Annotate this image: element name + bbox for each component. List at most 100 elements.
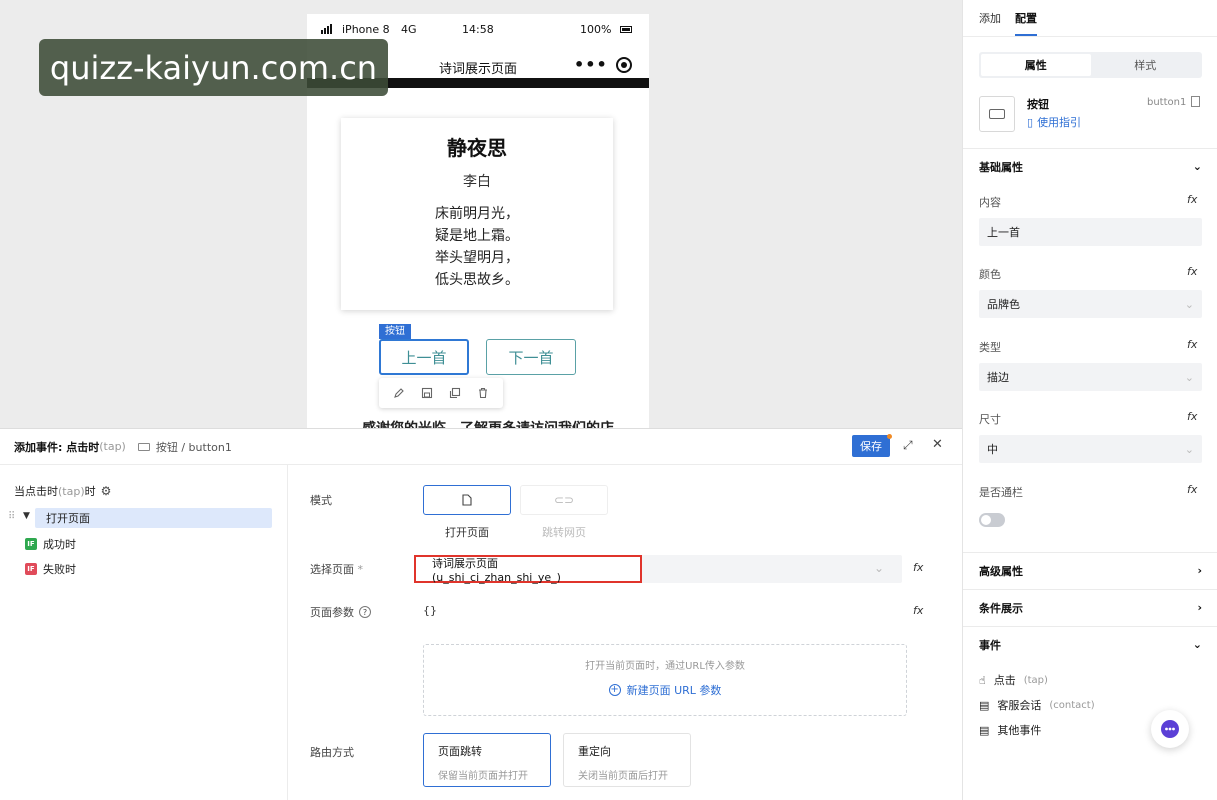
delete-icon[interactable] [474, 384, 492, 402]
route-redirect[interactable]: 重定向 关闭当前页面后打开 [563, 733, 691, 787]
copy-id-icon[interactable] [1191, 96, 1200, 107]
tab-add[interactable]: 添加 [979, 10, 1001, 36]
tree-item-success[interactable]: IF 成功时 [25, 534, 76, 554]
advanced-props-section[interactable]: 高级属性 › [963, 552, 1217, 588]
block-toggle[interactable] [979, 513, 1005, 527]
condition-section[interactable]: 条件展示 › [963, 589, 1217, 625]
chevron-down-icon: ⌄ [874, 561, 885, 575]
type-label: 类型 [979, 341, 1001, 354]
assistant-icon [1161, 720, 1179, 738]
button-icon [137, 442, 150, 451]
panel-title: 添加事件: 点击时 [14, 440, 100, 454]
close-icon[interactable]: ✕ [932, 437, 943, 452]
size-value: 中 [987, 443, 998, 456]
tree-root: 当点击时 (tap) 时 ⚙ [14, 483, 111, 499]
seg-properties[interactable]: 属性 [981, 54, 1091, 76]
book-icon: ▯ [1027, 115, 1034, 129]
gear-icon[interactable]: ⚙ [101, 484, 112, 498]
content-input[interactable]: 上一首 [979, 218, 1202, 246]
tap-icon: ☝ [979, 673, 986, 687]
fx-icon[interactable]: fx [913, 604, 923, 617]
unsaved-dot [887, 434, 892, 439]
component-toolbar [379, 378, 503, 408]
property-style-switch: 属性 样式 [979, 52, 1202, 78]
size-select[interactable]: 中 ⌄ [979, 435, 1202, 463]
fx-icon[interactable]: fx [1187, 483, 1197, 496]
event-label: 客服会话 [997, 699, 1042, 712]
capsule-close-icon[interactable] [616, 57, 632, 73]
prev-poem-button[interactable]: 上一首 [379, 339, 469, 375]
tree-item-fail[interactable]: IF 失败时 [25, 559, 76, 579]
chevron-right-icon: › [1197, 601, 1202, 614]
edit-icon[interactable] [390, 384, 408, 402]
poem-card: 静夜思 李白 床前明月光， 疑是地上霜。 举头望明月， 低头思故乡。 [341, 118, 613, 310]
page-params-label: 页面参数 ? [310, 604, 371, 620]
poem-line: 疑是地上霜。 [435, 228, 519, 244]
more-icon[interactable]: ••• [574, 55, 608, 74]
page-icon [462, 494, 472, 506]
poem-line: 床前明月光， [435, 206, 519, 222]
poem-lines: 床前明月光， 疑是地上霜。 举头望明月， 低头思故乡。 [341, 203, 613, 291]
basic-props-section[interactable]: 基础属性 ⌄ [963, 148, 1217, 184]
link-icon: ⊂⊃ [553, 493, 575, 507]
fx-icon[interactable]: fx [1187, 410, 1197, 423]
component-name: 按钮 [1027, 98, 1049, 111]
new-param-label: 新建页面 URL 参数 [626, 684, 722, 697]
poem-author: 李白 [463, 174, 491, 190]
route-title: 重定向 [578, 745, 611, 758]
divider [963, 36, 1217, 37]
fx-icon[interactable]: fx [913, 561, 923, 574]
copy-icon[interactable] [446, 384, 464, 402]
color-select[interactable]: 品牌色 ⌄ [979, 290, 1202, 318]
assistant-button[interactable] [1151, 710, 1189, 748]
tree-item-label: 成功时 [43, 538, 76, 551]
select-page-value[interactable]: 诗词展示页面(u_shi_ci_zhan_shi_ye_) [414, 555, 642, 584]
route-navigate-to[interactable]: 页面跳转 保留当前页面并打开 [423, 733, 551, 787]
tab-config[interactable]: 配置 [1015, 10, 1037, 36]
expand-icon[interactable]: ⤢ [903, 438, 913, 453]
network-label: 4G [401, 23, 417, 36]
color-value: 品牌色 [987, 298, 1020, 311]
save-button[interactable]: 保存 [852, 435, 890, 457]
content-value: 上一首 [987, 226, 1020, 239]
if-badge: IF [25, 563, 37, 575]
mode-option-label: 跳转网页 [542, 526, 586, 539]
next-poem-button[interactable]: 下一首 [486, 339, 576, 375]
route-label: 路由方式 [310, 746, 354, 759]
event-other[interactable]: ▤ 其他事件 [979, 722, 1041, 738]
editor-canvas: iPhone 8 4G 14:58 100% 诗词展示页面 ••• 静夜思 李白… [0, 0, 962, 428]
seg-style[interactable]: 样式 [1091, 54, 1201, 76]
type-select[interactable]: 描边 ⌄ [979, 363, 1202, 391]
route-desc: 关闭当前页面后打开 [578, 771, 668, 782]
calendar-icon: ▤ [979, 698, 990, 712]
tree-item-open-page[interactable]: 打开页面 [46, 508, 90, 528]
select-page-label: 选择页面 * [310, 561, 363, 577]
page-params-value[interactable]: {} [423, 604, 437, 617]
fx-icon[interactable]: fx [1187, 338, 1197, 351]
fx-icon[interactable]: fx [1187, 265, 1197, 278]
page-params-label-text: 页面参数 [310, 606, 354, 619]
mode-open-url[interactable]: ⊂⊃ [520, 485, 608, 515]
fx-icon[interactable]: fx [1187, 193, 1197, 206]
footer-text: 感谢您的光临，了解更多请访问我们的店 [362, 418, 614, 428]
config-panel: 添加 配置 属性 样式 按钮 ▯ 使用指引 button1 基础属性 ⌄ 内容 … [962, 0, 1217, 800]
tree-root-label: 当点击时 [14, 485, 58, 498]
event-tap[interactable]: ☝ 点击 (tap) [979, 672, 1048, 688]
events-section[interactable]: 事件 ⌄ [963, 626, 1217, 662]
help-icon[interactable]: ? [359, 606, 371, 618]
drag-handle-icon[interactable]: ⠿ [8, 511, 15, 522]
calendar-icon: ▤ [979, 723, 990, 737]
event-contact[interactable]: ▤ 客服会话 (contact) [979, 697, 1095, 713]
new-param-button[interactable]: + 新建页面 URL 参数 [424, 682, 906, 698]
component-id: button1 [1147, 97, 1187, 108]
mode-open-page[interactable] [423, 485, 511, 515]
guide-link[interactable]: ▯ 使用指引 [1027, 114, 1081, 130]
watermark: quizz-kaiyun.com.cn [39, 39, 388, 96]
type-value: 描边 [987, 371, 1009, 384]
poem-title: 静夜思 [447, 136, 507, 160]
select-page-label-text: 选择页面 [310, 563, 354, 576]
caret-down-icon[interactable]: ▼ [23, 511, 30, 521]
panel-title-sub: (tap) [99, 440, 126, 453]
save-icon[interactable] [418, 384, 436, 402]
battery-label: 100% [580, 23, 612, 36]
